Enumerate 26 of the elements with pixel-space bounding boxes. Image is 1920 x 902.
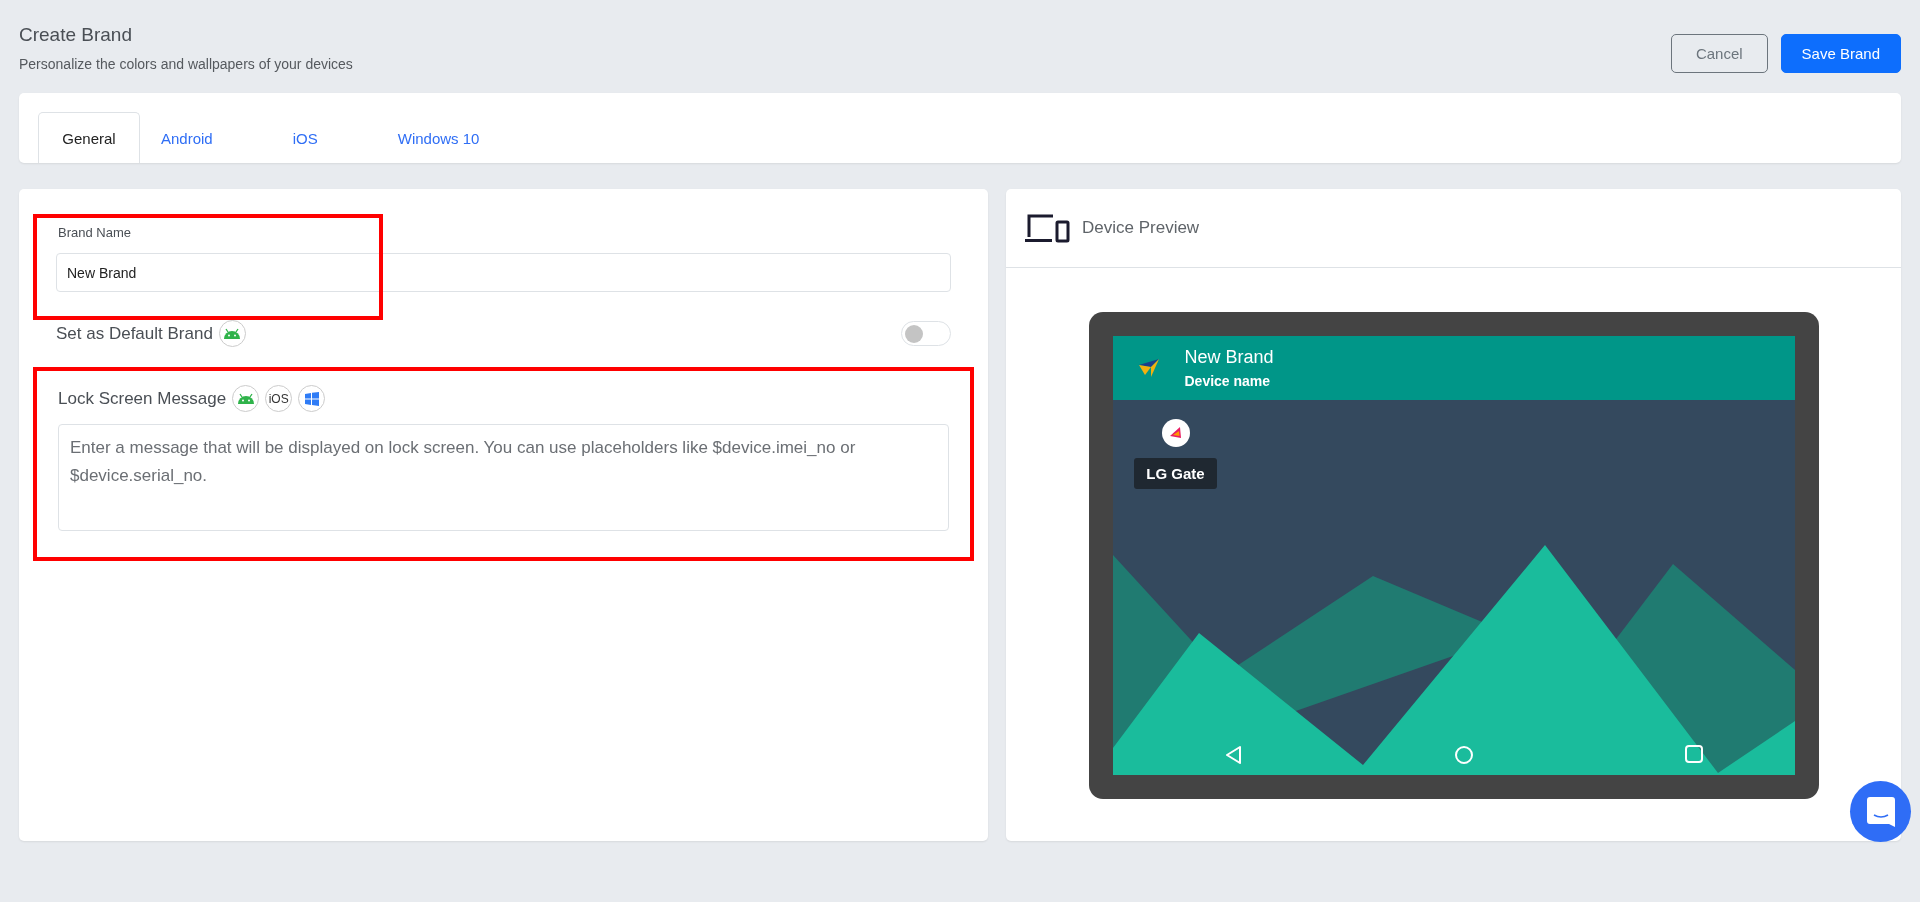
cancel-button[interactable]: Cancel — [1670, 34, 1768, 73]
preview-title: Device Preview — [1082, 218, 1200, 238]
page-subtitle: Personalize the colors and wallpapers of your devices — [19, 56, 353, 72]
field-label: Brand Name — [57, 225, 132, 240]
page-title: Create Brand — [19, 24, 133, 46]
android-icon — [223, 328, 242, 339]
app-label: LG Gate — [1134, 458, 1217, 489]
recent-apps-icon[interactable] — [1684, 745, 1703, 763]
brand-title: New Brand — [1184, 347, 1274, 368]
chat-icon — [1866, 796, 1895, 827]
message-field[interactable]: Enter a message that will be displayed on lock screen. You can use placeholders like $device.imei_no or $device.serial_no. — [58, 424, 949, 531]
logo-icon — [1136, 357, 1161, 379]
toggle-switch[interactable] — [901, 321, 951, 346]
save-button[interactable]: Save Brand — [1780, 34, 1901, 73]
chat-button[interactable] — [1850, 781, 1911, 842]
setting-label: Lock Screen Message — [58, 388, 227, 409]
device-name: Device name — [1184, 373, 1272, 389]
tab[interactable]: General — [38, 112, 140, 163]
back-icon[interactable] — [1224, 745, 1243, 765]
home-icon[interactable] — [1453, 745, 1474, 765]
devices-icon — [1024, 213, 1070, 243]
brand-name-field[interactable]: New Brand — [56, 253, 951, 292]
setting-label: Set as Default Brand — [56, 323, 213, 344]
android-icon — [236, 393, 255, 404]
windows-icon — [304, 391, 319, 406]
app-icon[interactable] — [1160, 418, 1191, 448]
